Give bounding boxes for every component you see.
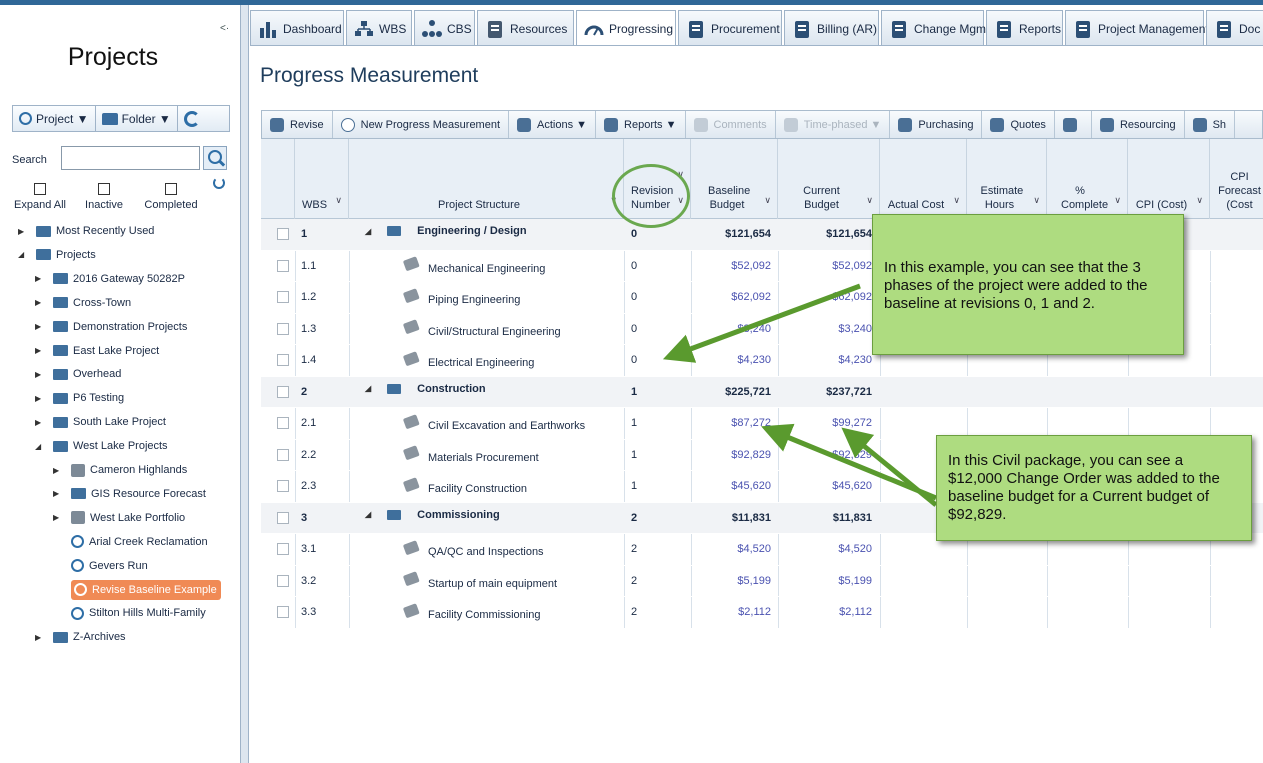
annotation-note-revisions: In this example, you can see that the 3 … [872,214,1184,355]
annotation-arrow [662,283,861,363]
annotation-arrows [662,283,938,507]
annotation-note-change-order: In this Civil package, you can see a $12… [936,435,1252,541]
